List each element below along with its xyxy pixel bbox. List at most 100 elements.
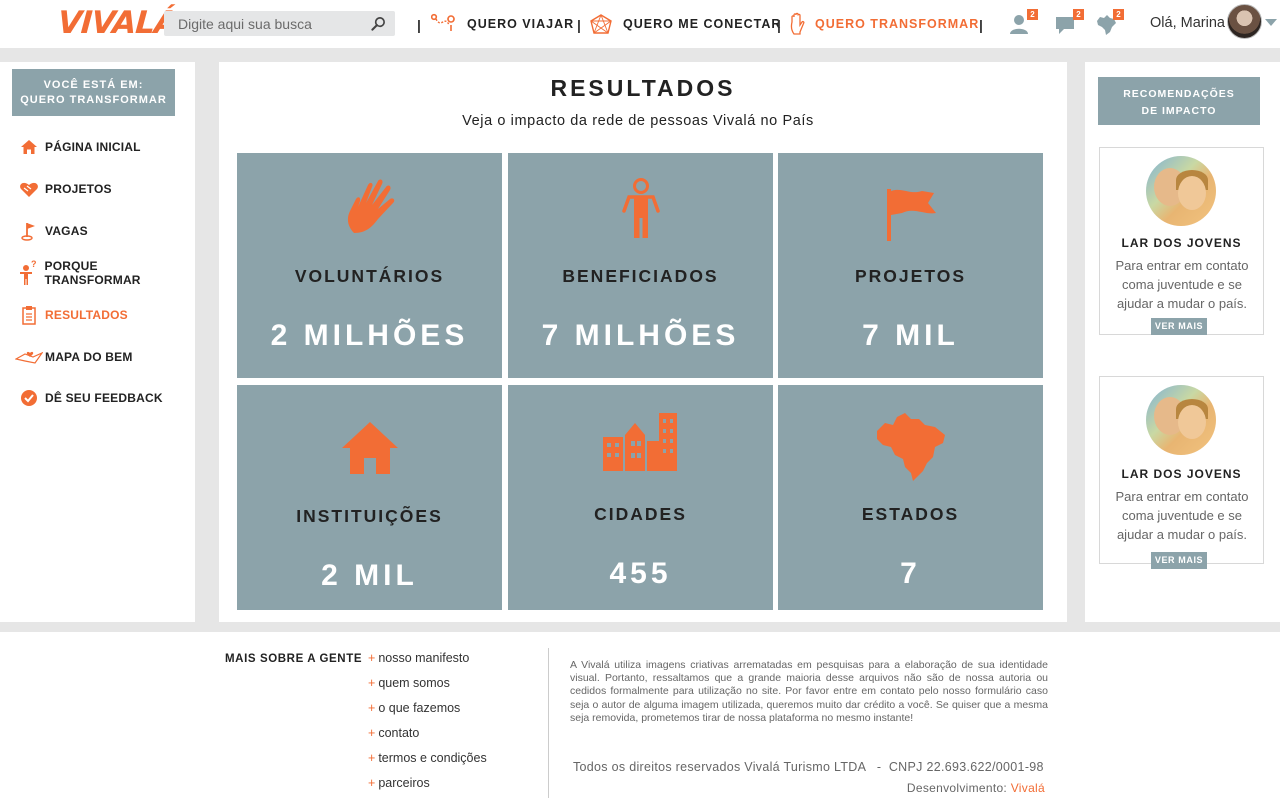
- notification-badge: 2: [1027, 9, 1038, 20]
- sidebar-item-porque-transformar[interactable]: ? PORQUE TRANSFORMAR: [13, 259, 195, 287]
- map-notification[interactable]: 2: [1094, 9, 1124, 36]
- stat-value: 7: [900, 557, 921, 590]
- recommendations-subtitle: DE IMPACTO: [1141, 105, 1217, 117]
- stat-tile-projetos: PROJETOS 7 MIL: [778, 153, 1043, 378]
- footer-link-quem-somos[interactable]: + quem somos: [368, 676, 487, 701]
- footer-links: + nosso manifesto + quem somos + o que faze…: [368, 651, 487, 801]
- footer-divider: [548, 648, 549, 798]
- sidebar-item-mapa-do-bem[interactable]: MAPA DO BEM: [13, 346, 133, 368]
- sidebar-item-projetos[interactable]: PROJETOS: [13, 178, 112, 200]
- sidebar-item-label: PÁGINA INICIAL: [45, 140, 141, 154]
- raised-hand-icon: [790, 12, 805, 35]
- stat-label: INSTITUIÇÕES: [296, 506, 443, 526]
- recommendation-card[interactable]: LAR DOS JOVENS Para entrar em contato co…: [1099, 147, 1264, 335]
- person-question-icon: ?: [13, 260, 44, 286]
- sidebar-item-label: PORQUE TRANSFORMAR: [44, 259, 141, 287]
- search-input[interactable]: [164, 11, 364, 36]
- card-description: Para entrar em contato coma juventude e …: [1115, 489, 1249, 542]
- flag-icon: [13, 221, 45, 241]
- nav-separator: |: [577, 17, 581, 33]
- footer-link-manifesto[interactable]: + nosso manifesto: [368, 651, 487, 676]
- stat-tile-beneficiados: BENEFICIADOS 7 MILHÕES: [508, 153, 773, 378]
- ver-mais-button[interactable]: VER MAIS: [1151, 318, 1207, 335]
- sidebar-item-resultados[interactable]: RESULTADOS: [13, 304, 128, 326]
- messages-notification[interactable]: 2: [1054, 9, 1084, 36]
- top-header: VIVALÁ | QUERO VIAJAR | QUERO ME CONECTA…: [0, 0, 1280, 48]
- brazil-map-icon: [778, 411, 1043, 483]
- nav-label: QUERO ME CONECTAR: [623, 17, 782, 31]
- stat-value: 2 MIL: [321, 559, 418, 592]
- nav-quero-viajar[interactable]: QUERO VIAJAR: [431, 0, 574, 48]
- stat-value: 7 MIL: [862, 319, 959, 352]
- person-icon: [508, 177, 773, 239]
- city-icon: [508, 411, 773, 473]
- nav-label: QUERO VIAJAR: [467, 17, 575, 31]
- recommendation-card[interactable]: LAR DOS JOVENS Para entrar em contato co…: [1099, 376, 1264, 569]
- map-heart-icon: [13, 349, 45, 365]
- page-title: RESULTADOS: [550, 75, 736, 101]
- stat-label: CIDADES: [594, 504, 687, 524]
- friends-notification[interactable]: 2: [1008, 9, 1038, 36]
- sidebar-item-vagas[interactable]: VAGAS: [13, 220, 88, 242]
- stat-value: 7 MILHÕES: [541, 319, 740, 352]
- svg-text:?: ?: [31, 260, 37, 269]
- nav-label: QUERO TRANSFORMAR: [815, 17, 980, 31]
- footer-link-o-que-fazemos[interactable]: + o que fazemos: [368, 701, 487, 726]
- hand-icon: [237, 177, 502, 237]
- footer: MAIS SOBRE A GENTE + nosso manifesto + que…: [0, 632, 1280, 807]
- footer-heading: MAIS SOBRE A GENTE: [225, 653, 363, 665]
- ver-mais-button[interactable]: VER MAIS: [1151, 552, 1207, 569]
- results-grid: VOLUNTÁRIOS 2 MILHÕES BENEFICIADOS 7 MIL…: [237, 153, 1045, 610]
- search-box: [164, 11, 395, 36]
- nav-separator: |: [979, 17, 983, 33]
- nav-quero-me-conectar[interactable]: QUERO ME CONECTAR: [589, 0, 781, 48]
- page-subtitle: Veja o impacto da rede de pessoas Vivalá…: [462, 113, 814, 129]
- nav-quero-transformar[interactable]: QUERO TRANSFORMAR: [789, 0, 979, 48]
- route-icon: [431, 13, 455, 31]
- stat-tile-estados: ESTADOS 7: [778, 385, 1043, 610]
- stat-label: VOLUNTÁRIOS: [294, 266, 445, 286]
- recommendations-sidebar: RECOMENDAÇÕES DE IMPACTO LAR DOS JOVENS …: [1085, 62, 1280, 622]
- results-panel: RESULTADOS Veja o impacto da rede de pes…: [219, 62, 1067, 622]
- footer-link-contato[interactable]: + contato: [368, 726, 487, 751]
- card-description: Para entrar em contato coma juventude e …: [1115, 258, 1249, 311]
- footer-link-parceiros[interactable]: + parceiros: [368, 776, 487, 801]
- card-title: LAR DOS JOVENS: [1121, 467, 1242, 481]
- project-photo: [1146, 156, 1216, 226]
- user-avatar[interactable]: [1227, 4, 1262, 39]
- stat-label: BENEFICIADOS: [562, 266, 719, 286]
- card-title: LAR DOS JOVENS: [1121, 236, 1242, 250]
- vivala-logo[interactable]: VIVALÁ: [57, 5, 179, 41]
- stat-value: 455: [609, 557, 672, 590]
- recommendations-title: RECOMENDAÇÕES: [1123, 88, 1235, 100]
- search-icon[interactable]: [371, 16, 386, 31]
- sidebar-item-label: RESULTADOS: [45, 308, 128, 322]
- recommendations-header: RECOMENDAÇÕES DE IMPACTO: [1098, 77, 1260, 125]
- current-section-box: VOCÊ ESTÁ EM: QUERO TRANSFORMAR: [12, 69, 175, 116]
- stat-tile-instituicoes: INSTITUIÇÕES 2 MIL: [237, 385, 502, 610]
- nav-separator: |: [417, 17, 421, 33]
- sidebar-item-label: VAGAS: [45, 224, 88, 238]
- heart-hands-icon: [13, 180, 45, 198]
- left-sidebar: VOCÊ ESTÁ EM: QUERO TRANSFORMAR PÁGINA I…: [0, 62, 195, 622]
- stat-value: 2 MILHÕES: [270, 319, 469, 352]
- footer-link-termos[interactable]: + termos e condições: [368, 751, 487, 776]
- notification-badge: 2: [1113, 9, 1124, 20]
- network-icon: [590, 14, 612, 34]
- stat-label: PROJETOS: [855, 266, 966, 286]
- sidebar-item-label: DÊ SEU FEEDBACK: [45, 391, 163, 405]
- sidebar-item-label: PROJETOS: [45, 182, 112, 196]
- current-section-name: QUERO TRANSFORMAR: [20, 94, 167, 106]
- stat-tile-voluntarios: VOLUNTÁRIOS 2 MILHÕES: [237, 153, 502, 378]
- copyright-text: Todos os direitos reservados Vivalá Turi…: [573, 760, 1044, 774]
- nav-separator: |: [777, 17, 781, 33]
- chevron-down-icon[interactable]: [1265, 19, 1277, 26]
- project-photo: [1146, 385, 1216, 455]
- developer-link[interactable]: Vivalá: [1011, 781, 1045, 795]
- current-section-label: VOCÊ ESTÁ EM:: [43, 79, 144, 91]
- sidebar-item-label: MAPA DO BEM: [45, 350, 133, 364]
- sidebar-item-feedback[interactable]: DÊ SEU FEEDBACK: [13, 387, 163, 409]
- stat-tile-cidades: CIDADES 455: [508, 385, 773, 610]
- flag-icon: [778, 187, 1043, 243]
- sidebar-item-pagina-inicial[interactable]: PÁGINA INICIAL: [13, 136, 141, 158]
